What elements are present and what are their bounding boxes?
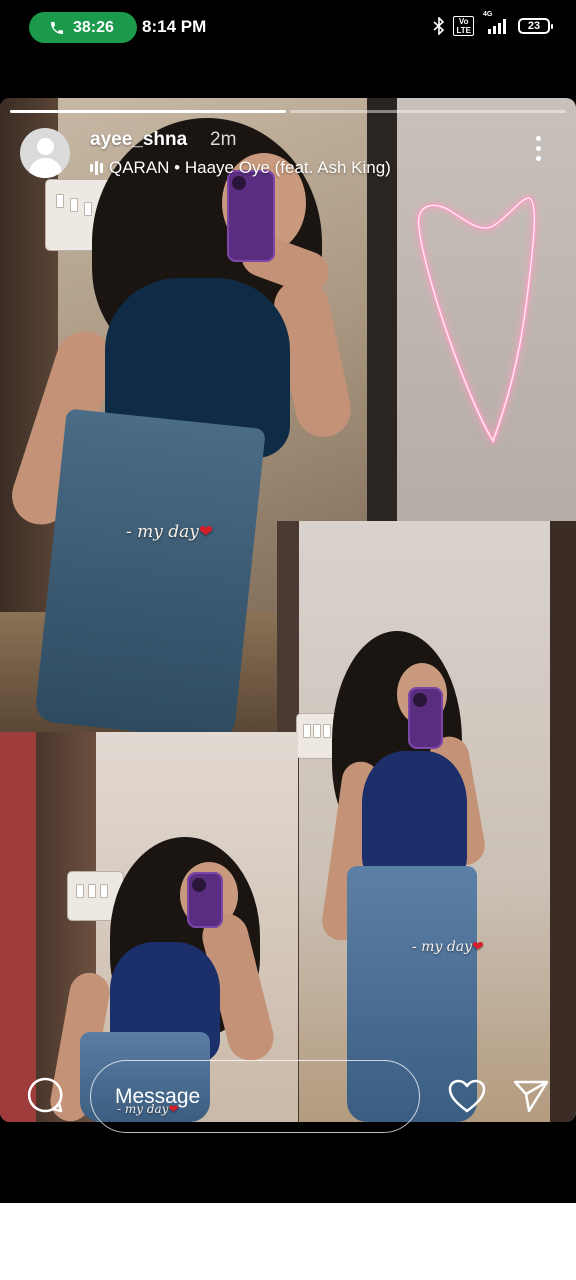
heart-icon[interactable] xyxy=(447,1078,487,1114)
story-viewer[interactable]: - my day❤ - my day❤ - my day❤ ayee_shna … xyxy=(0,98,576,1122)
battery-icon: 23 xyxy=(518,18,553,34)
send-icon[interactable] xyxy=(512,1078,550,1114)
post-time: 2m xyxy=(210,129,237,150)
phone-screen: 38:26 8:14 PM Vo LTE 4G 23 - my day❤ - m… xyxy=(0,0,576,1203)
story-progress-segment xyxy=(10,110,286,113)
story-progress-segment xyxy=(290,110,566,113)
music-title: QARAN • Haaye Oye (feat. Ash King) xyxy=(109,158,391,177)
caption-my-day-1: - my day❤ xyxy=(126,522,213,542)
music-bars-icon xyxy=(90,161,103,175)
status-bar: 38:26 8:14 PM Vo LTE 4G 23 xyxy=(0,0,576,56)
collage-photo-right: - my day❤ xyxy=(277,521,576,1122)
caption-text: - my day xyxy=(412,939,473,955)
more-options-icon[interactable] xyxy=(528,136,548,166)
caption-text: - my day xyxy=(126,522,199,542)
message-input[interactable] xyxy=(90,1060,420,1133)
collage-photo-neon-heart xyxy=(397,98,576,521)
volte-badge: Vo LTE xyxy=(453,16,474,36)
music-sticker[interactable]: QARAN • Haaye Oye (feat. Ash King) xyxy=(90,158,391,178)
caption-heart-icon: ❤ xyxy=(198,522,214,542)
comment-icon[interactable] xyxy=(26,1076,64,1114)
username[interactable]: ayee_shna xyxy=(90,129,187,151)
battery-level: 23 xyxy=(527,20,541,32)
call-timer: 38:26 xyxy=(73,18,114,36)
avatar[interactable] xyxy=(20,128,70,178)
signal-icon: 4G xyxy=(482,11,510,35)
caption-my-day-2: - my day❤ xyxy=(412,939,484,955)
status-icons: Vo LTE 4G 23 xyxy=(433,11,553,36)
person-figure xyxy=(277,521,576,1122)
network-type: 4G xyxy=(483,11,493,18)
bottom-bar xyxy=(0,1052,576,1138)
story-progress xyxy=(10,110,566,113)
ongoing-call-pill[interactable]: 38:26 xyxy=(29,12,137,43)
phone-icon xyxy=(51,21,63,34)
neon-heart-icon xyxy=(416,196,537,446)
caption-heart-icon: ❤ xyxy=(472,939,484,955)
clock: 8:14 PM xyxy=(142,17,207,36)
bluetooth-icon xyxy=(433,17,445,35)
story-progress-fill xyxy=(10,110,286,113)
